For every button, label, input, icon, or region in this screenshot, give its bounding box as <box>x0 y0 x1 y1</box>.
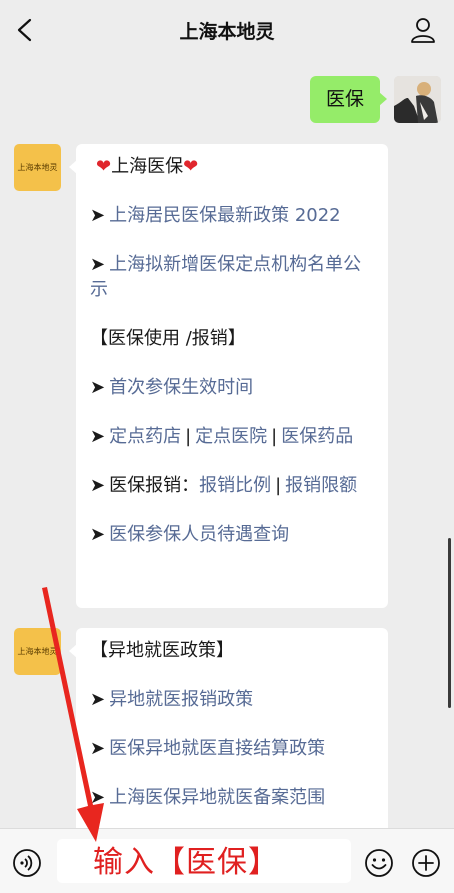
list-item[interactable]: ➤ 医保异地就医直接结算政策 <box>90 736 374 761</box>
reimburse-ratio-link[interactable]: 报销比例 <box>199 475 271 496</box>
bot-avatar-label: 上海本地灵 <box>17 163 58 172</box>
arrow-icon: ➤ <box>90 738 106 759</box>
separator: | <box>275 475 282 496</box>
plus-icon[interactable] <box>411 848 441 878</box>
list-item[interactable]: ➤ 上海拟新增医保定点机构名单公示 <box>90 252 374 302</box>
arrow-icon: ➤ <box>90 787 106 808</box>
drug-link[interactable]: 医保药品 <box>281 426 353 447</box>
section-heading: 【医保使用 /报销】 <box>90 328 246 349</box>
reimburse-label: 医保报销： <box>109 475 200 496</box>
emoji-icon[interactable] <box>364 848 394 878</box>
user-avatar-image <box>394 76 441 123</box>
bot-message-bubble: ❤上海医保❤ ➤ 上海居民医保最新政策 2022 ➤ 上海拟新增医保定点机构名单公示… <box>69 144 388 608</box>
list-item: ➤ 定点药店 | 定点医院 | 医保药品 <box>90 424 374 449</box>
remote-filing-link[interactable]: 上海医保异地就医备案范围 <box>109 787 325 808</box>
chat-area[interactable]: 医保 上海本地灵 ❤上海医保❤ ➤ 上海居民医保最新政策 2022 ➤ 上海拟新增医… <box>0 60 454 828</box>
pharmacy-link[interactable]: 定点药店 <box>109 426 181 447</box>
message-input[interactable]: 输入【医保】 <box>57 839 351 883</box>
list-item[interactable]: ➤ 首次参保生效时间 <box>90 375 374 400</box>
bubble-title: ❤上海医保❤ <box>96 156 199 177</box>
section-heading: 【异地就医政策】 <box>90 640 234 661</box>
institution-link[interactable]: 上海拟新增医保定点机构名单公示 <box>90 254 361 300</box>
arrow-icon: ➤ <box>90 524 106 545</box>
input-bar: 输入【医保】 <box>0 828 454 893</box>
list-item[interactable]: ➤ 医保参保人员待遇查询 <box>90 522 374 547</box>
policy-link[interactable]: 上海居民医保最新政策 2022 <box>109 205 341 226</box>
benefit-query-link[interactable]: 医保参保人员待遇查询 <box>109 524 289 545</box>
arrow-icon: ➤ <box>90 426 106 447</box>
user-message-bubble[interactable]: 医保 <box>310 76 387 123</box>
person-icon[interactable] <box>410 16 436 44</box>
separator: | <box>271 426 278 447</box>
effective-time-link[interactable]: 首次参保生效时间 <box>109 377 253 398</box>
heart-icon: ❤ <box>96 156 112 177</box>
bot-message-bubble: 【异地就医政策】 ➤ 异地就医报销政策 ➤ 医保异地就医直接结算政策 ➤ 上海医保异地… <box>69 628 388 828</box>
list-item[interactable]: ➤ 上海医保异地就医备案范围 <box>90 785 374 810</box>
arrow-icon: ➤ <box>90 205 106 226</box>
bot-avatar[interactable]: 上海本地灵 <box>14 144 61 191</box>
user-message-text: 医保 <box>325 88 364 110</box>
reimburse-limit-link[interactable]: 报销限额 <box>285 475 357 496</box>
scrollbar[interactable] <box>448 538 451 708</box>
list-item[interactable]: ➤ 异地就医报销政策 <box>90 687 374 712</box>
heart-icon: ❤ <box>183 156 199 177</box>
arrow-icon: ➤ <box>90 475 106 496</box>
arrow-icon: ➤ <box>90 689 106 710</box>
page-title: 上海本地灵 <box>179 21 275 43</box>
hospital-link[interactable]: 定点医院 <box>195 426 267 447</box>
remote-settlement-link[interactable]: 医保异地就医直接结算政策 <box>109 738 325 759</box>
list-item: ➤ 医保报销：报销比例 | 报销限额 <box>90 473 374 498</box>
input-annotation: 输入【医保】 <box>93 845 279 880</box>
separator: | <box>185 426 192 447</box>
arrow-icon: ➤ <box>90 254 106 275</box>
bot-avatar-label: 上海本地灵 <box>17 647 58 656</box>
arrow-icon: ➤ <box>90 377 106 398</box>
bot-avatar[interactable]: 上海本地灵 <box>14 628 61 675</box>
voice-icon[interactable] <box>12 848 42 878</box>
top-bar: 上海本地灵 <box>0 0 454 60</box>
user-avatar[interactable] <box>394 76 441 123</box>
remote-reimburse-link[interactable]: 异地就医报销政策 <box>109 689 253 710</box>
list-item[interactable]: ➤ 上海居民医保最新政策 2022 <box>90 203 374 228</box>
